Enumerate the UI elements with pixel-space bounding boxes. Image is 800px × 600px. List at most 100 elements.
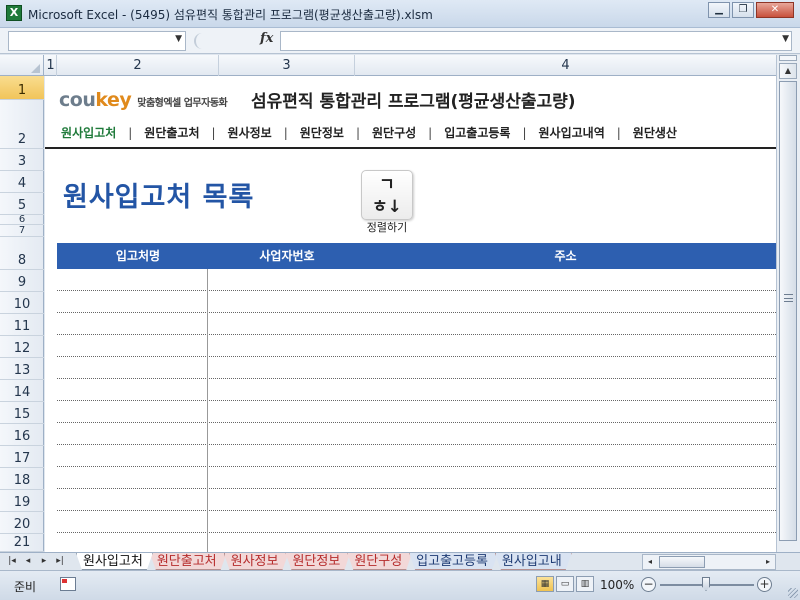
minimize-button[interactable]: ▁ (708, 2, 730, 18)
table-row[interactable] (57, 291, 776, 313)
tab-fabric-info[interactable]: 원단정보 (285, 553, 350, 570)
page-layout-button[interactable]: ▭ (556, 576, 574, 592)
last-sheet-icon[interactable]: ▸| (52, 554, 68, 570)
resize-handle[interactable] (194, 33, 206, 49)
table-row[interactable] (57, 401, 776, 423)
nav-tab-yarn-receipt-history[interactable]: 원사입고내역 (539, 124, 605, 144)
column-header-3[interactable]: 3 (219, 55, 355, 76)
zoom-slider-thumb[interactable] (702, 577, 710, 591)
column-header-4[interactable]: 4 (355, 55, 776, 76)
prev-sheet-icon[interactable]: ◂ (20, 554, 36, 570)
formula-controls: fx (190, 31, 274, 51)
restore-button[interactable]: ❐ (732, 2, 754, 18)
formula-input[interactable]: ▼ (280, 31, 792, 51)
sheet-tabs: 원사입고처 원단출고처 원사정보 원단정보 원단구성 입고출고등록 원사입고내 (76, 553, 636, 571)
zoom-level[interactable]: 100% (600, 578, 634, 592)
column-divider (207, 269, 208, 552)
row-header-4[interactable]: 4 (0, 171, 44, 193)
page-break-preview-button[interactable]: ▥ (576, 576, 594, 592)
row-header-7[interactable]: 7 (0, 225, 44, 237)
nav-tab-fabric-composition[interactable]: 원단구성 (372, 124, 416, 144)
row-header-2[interactable]: 2 (0, 100, 44, 149)
column-header-1[interactable]: 1 (45, 55, 57, 76)
table-body[interactable] (57, 269, 776, 552)
row-header-6[interactable]: 6 (0, 215, 44, 225)
row-header-1[interactable]: 1 (0, 76, 44, 100)
nav-tab-fabric-info[interactable]: 원단정보 (300, 124, 344, 144)
row-header-12[interactable]: 12 (0, 336, 44, 358)
row-header-10[interactable]: 10 (0, 292, 44, 314)
tab-fabric-composition[interactable]: 원단구성 (347, 553, 412, 570)
table-row[interactable] (57, 533, 776, 552)
sort-button-label: 정렬하기 (366, 221, 408, 234)
table-row[interactable] (57, 467, 776, 489)
window-controls: ▁ ❐ ✕ (706, 2, 794, 20)
nav-tab-in-out-register[interactable]: 입고출고등록 (444, 124, 510, 144)
expand-formula-icon[interactable]: ▼ (782, 34, 789, 44)
vertical-scrollbar[interactable]: ▲ (776, 55, 800, 552)
table-row[interactable] (57, 357, 776, 379)
table-row[interactable] (57, 511, 776, 533)
row-header-3[interactable]: 3 (0, 149, 44, 171)
column-header-2[interactable]: 2 (57, 55, 219, 76)
brand: coukey 맞춤형엑셀 업무자동화 (59, 89, 228, 111)
row-header-20[interactable]: 20 (0, 512, 44, 534)
insert-function-button[interactable]: fx (260, 31, 273, 46)
close-button[interactable]: ✕ (756, 2, 794, 18)
tab-in-out-register[interactable]: 입고출고등록 (409, 553, 498, 570)
zoom-out-button[interactable]: − (641, 577, 656, 592)
chevron-down-icon[interactable]: ▼ (175, 34, 182, 44)
name-box[interactable]: ▼ (8, 31, 186, 51)
select-all-button[interactable] (0, 55, 44, 76)
normal-view-button[interactable]: ▦ (536, 576, 554, 592)
brand-tagline: 맞춤형엑셀 업무자동화 (137, 98, 228, 109)
zoom-in-button[interactable]: + (757, 577, 772, 592)
tab-navigation: |◂ ◂ ▸ ▸| (4, 554, 76, 570)
nav-tab-yarn-supplier[interactable]: 원사입고처 (61, 124, 116, 144)
table-row[interactable] (57, 423, 776, 445)
row-header-13[interactable]: 13 (0, 358, 44, 380)
table-row[interactable] (57, 445, 776, 467)
row-header-14[interactable]: 14 (0, 380, 44, 402)
row-headers: 1 2 3 4 5 6 7 8 9 10 11 12 13 14 15 16 1… (0, 76, 44, 552)
table-row[interactable] (57, 335, 776, 357)
tab-fabric-shipping[interactable]: 원단출고처 (150, 553, 227, 570)
table-row[interactable] (57, 269, 776, 291)
row-header-16[interactable]: 16 (0, 424, 44, 446)
tab-yarn-receipt-history[interactable]: 원사입고내 (495, 553, 572, 570)
horizontal-scroll-thumb[interactable] (659, 556, 705, 568)
row-header-9[interactable]: 9 (0, 270, 44, 292)
zoom-slider[interactable] (660, 577, 754, 591)
scroll-right-icon[interactable]: ▸ (762, 555, 774, 569)
row-header-15[interactable]: 15 (0, 402, 44, 424)
row-header-18[interactable]: 18 (0, 468, 44, 490)
nav-tab-fabric-production[interactable]: 원단생산 (633, 124, 677, 144)
table-row[interactable] (57, 379, 776, 401)
worksheet[interactable]: coukey 맞춤형엑셀 업무자동화 섬유편직 통합관리 프로그램(평균생산출고… (45, 76, 776, 552)
row-header-8[interactable]: 8 (0, 237, 44, 270)
first-sheet-icon[interactable]: |◂ (4, 554, 20, 570)
nav-tab-fabric-shipping[interactable]: 원단출고처 (144, 124, 199, 144)
row-header-19[interactable]: 19 (0, 490, 44, 512)
excel-app-icon[interactable]: X (6, 5, 22, 21)
scroll-thumb[interactable] (779, 81, 797, 541)
sort-button[interactable]: ㄱㅎ↓ 정렬하기 (361, 170, 413, 234)
table-row[interactable] (57, 313, 776, 335)
horizontal-scrollbar[interactable]: ◂ ▸ (642, 554, 776, 570)
next-sheet-icon[interactable]: ▸ (36, 554, 52, 570)
row-header-11[interactable]: 11 (0, 314, 44, 336)
nav-tab-yarn-info[interactable]: 원사정보 (228, 124, 272, 144)
macro-record-icon[interactable] (60, 577, 76, 591)
scroll-up-icon[interactable]: ▲ (779, 63, 797, 79)
table-row[interactable] (57, 489, 776, 511)
row-header-17[interactable]: 17 (0, 446, 44, 468)
scroll-left-icon[interactable]: ◂ (644, 555, 656, 569)
row-header-21[interactable]: 21 (0, 534, 44, 552)
split-handle[interactable] (779, 55, 797, 61)
row-header-5[interactable]: 5 (0, 193, 44, 215)
coukey-logo: coukey (59, 89, 132, 111)
tab-yarn-info[interactable]: 원사정보 (224, 553, 289, 570)
resize-grip-icon[interactable] (788, 588, 798, 598)
tab-yarn-supplier[interactable]: 원사입고처 (76, 553, 153, 570)
table-header: 입고처명 사업자번호 주소 (57, 243, 776, 269)
